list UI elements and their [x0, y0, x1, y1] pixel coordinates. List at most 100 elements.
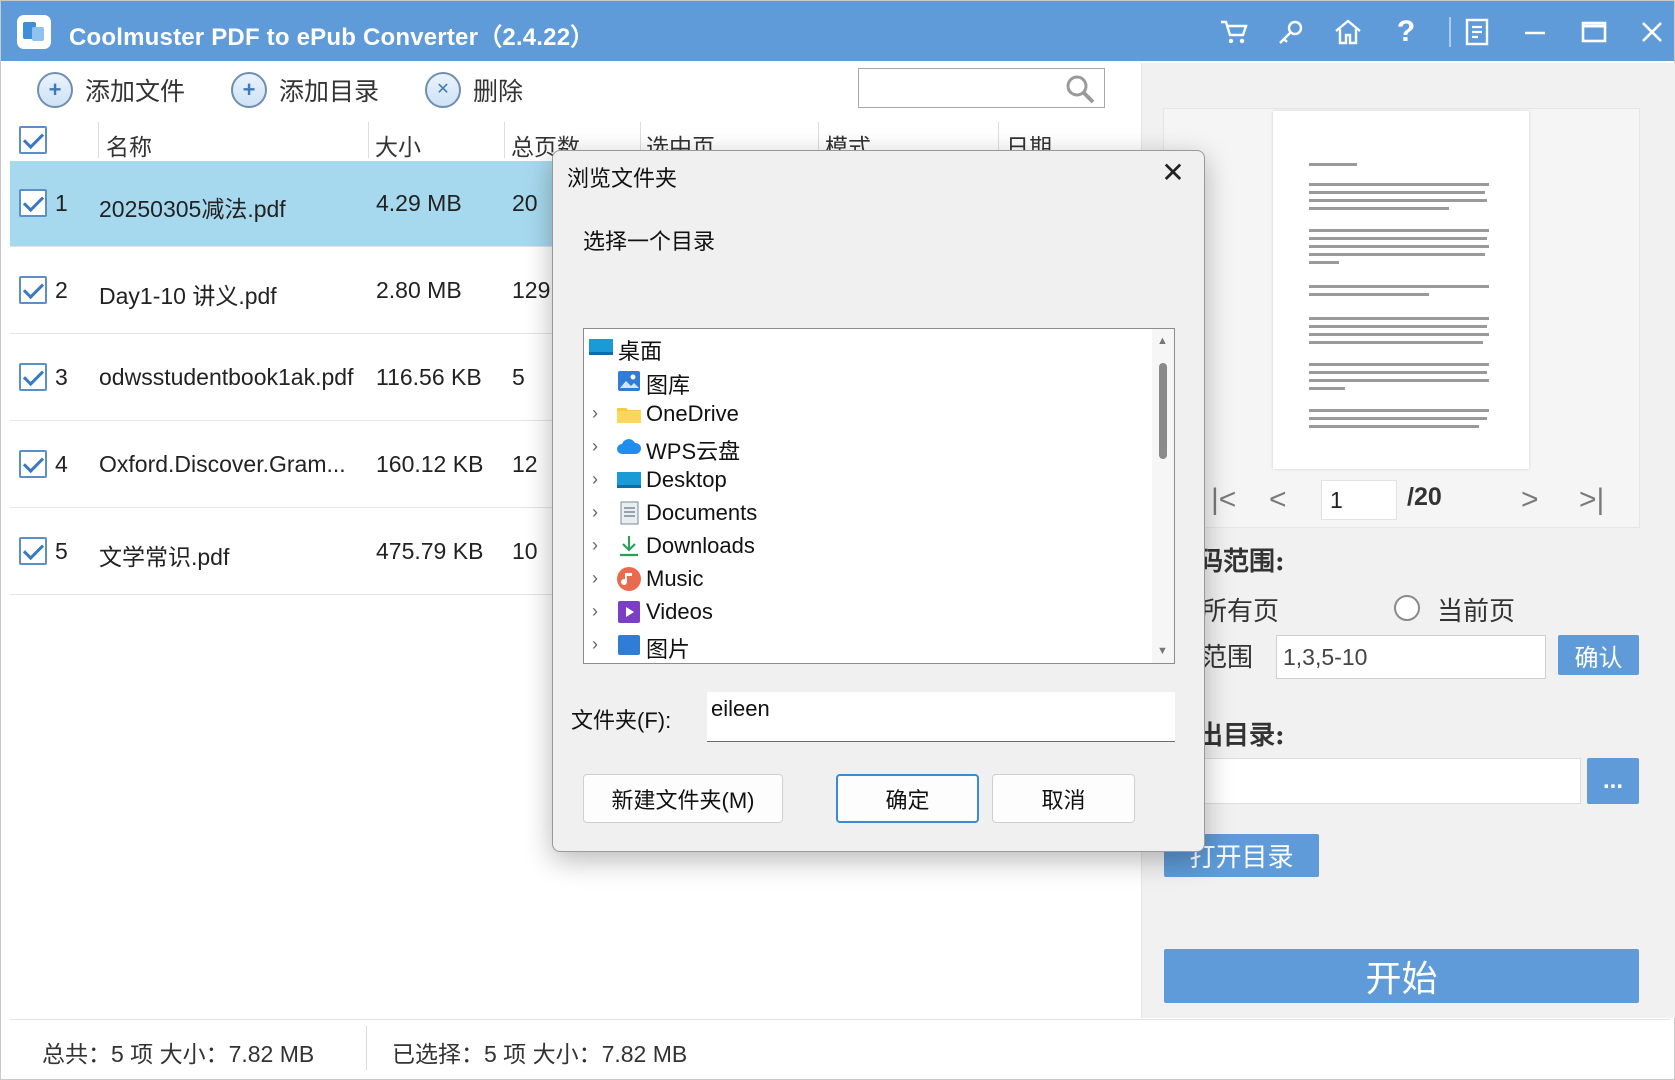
tree-item-music[interactable]: › Music — [584, 563, 1154, 597]
tree-item-videos[interactable]: › Videos — [584, 596, 1154, 630]
tree-item-wps-cloud[interactable]: › WPS云盘 — [584, 431, 1154, 465]
help-icon[interactable]: ? — [1389, 15, 1423, 49]
tree-item-onedrive[interactable]: › OneDrive — [584, 398, 1154, 432]
preview-page-thumbnail — [1273, 111, 1529, 469]
app-logo-icon — [17, 15, 51, 49]
first-page-icon[interactable]: |< — [1211, 483, 1236, 517]
row-checkbox[interactable] — [19, 363, 47, 391]
status-divider — [366, 1026, 367, 1070]
dialog-title: 浏览文件夹 — [567, 166, 678, 191]
add-file-button[interactable]: 添加文件 — [37, 69, 185, 111]
status-selected: 已选择：5 项 大小：7.82 MB — [392, 1041, 688, 1067]
register-icon[interactable] — [1461, 15, 1495, 49]
range-label[interactable]: 范围 — [1201, 637, 1253, 674]
last-page-icon[interactable]: >| — [1579, 483, 1604, 517]
chevron-right-icon[interactable]: › — [592, 469, 606, 490]
scroll-down-icon[interactable]: ▼ — [1157, 645, 1168, 657]
current-page-label[interactable]: 当前页 — [1437, 591, 1515, 628]
chevron-right-icon[interactable]: › — [592, 568, 606, 589]
titlebar-divider — [1449, 17, 1451, 47]
chevron-right-icon[interactable]: › — [592, 403, 606, 424]
row-page-count: 129 — [512, 277, 551, 303]
row-index: 4 — [55, 451, 68, 477]
chevron-right-icon[interactable]: › — [592, 502, 606, 523]
chevron-right-icon[interactable]: › — [592, 535, 606, 556]
tree-label: Documents — [646, 500, 758, 525]
row-file-name: Day1-10 讲义.pdf — [99, 283, 277, 309]
tree-item-desktop-root[interactable]: 桌面 — [584, 331, 1154, 365]
row-page-count: 10 — [512, 538, 538, 564]
row-checkbox[interactable] — [19, 276, 47, 304]
new-folder-button[interactable]: 新建文件夹(M) — [583, 774, 783, 823]
add-folder-label: 添加目录 — [279, 78, 380, 106]
prev-page-icon[interactable]: < — [1269, 483, 1287, 517]
folder-tree[interactable]: 桌面 图库 › OneDrive › WPS云盘 › Desktop › Doc… — [583, 328, 1175, 664]
tree-item-downloads[interactable]: › Downloads — [584, 530, 1154, 564]
header-size[interactable]: 大小 — [375, 128, 421, 162]
search-input[interactable] — [858, 68, 1105, 108]
search-icon[interactable] — [1064, 73, 1096, 105]
chevron-right-icon[interactable]: › — [592, 436, 606, 457]
tree-item-documents[interactable]: › Documents — [584, 497, 1154, 531]
row-page-count: 12 — [512, 451, 538, 477]
chevron-right-icon[interactable]: › — [592, 601, 606, 622]
tree-label: Videos — [646, 599, 713, 624]
app-title: Coolmuster PDF to ePub Converter（2.4.22） — [69, 24, 595, 51]
chevron-right-icon[interactable]: › — [592, 634, 606, 655]
row-page-count: 20 — [512, 190, 538, 216]
next-page-icon[interactable]: > — [1521, 483, 1539, 517]
row-checkbox[interactable] — [19, 450, 47, 478]
tree-label: Desktop — [646, 467, 727, 492]
tree-item-gallery[interactable]: 图库 — [584, 365, 1154, 399]
select-all-checkbox[interactable] — [19, 126, 47, 154]
row-file-size: 2.80 MB — [376, 277, 462, 303]
maximize-icon[interactable] — [1577, 15, 1611, 49]
row-file-name: 文学常识.pdf — [99, 544, 230, 570]
key-icon[interactable] — [1274, 15, 1308, 49]
status-total: 总共：5 项 大小：7.82 MB — [42, 1041, 315, 1067]
start-button[interactable]: 开始 — [1164, 949, 1639, 1003]
delete-icon — [425, 72, 461, 108]
tree-scrollbar[interactable]: ▲ ▼ — [1152, 329, 1174, 663]
row-file-name: 20250305减法.pdf — [99, 196, 286, 222]
all-pages-label[interactable]: 所有页 — [1201, 591, 1279, 628]
page-number-input[interactable]: 1 — [1321, 480, 1397, 520]
downloads-icon — [620, 536, 638, 557]
dialog-close-icon[interactable]: ✕ — [1156, 157, 1190, 191]
tree-item-desktop[interactable]: › Desktop — [584, 464, 1154, 498]
tree-label: 桌面 — [618, 339, 663, 364]
cancel-button[interactable]: 取消 — [992, 774, 1135, 823]
home-icon[interactable] — [1331, 15, 1365, 49]
row-checkbox[interactable] — [19, 189, 47, 217]
folder-field-label: 文件夹(F): — [571, 708, 672, 733]
browse-button[interactable]: ... — [1587, 758, 1639, 804]
delete-button[interactable]: 删除 — [425, 69, 523, 111]
folder-name-input[interactable]: eileen — [707, 692, 1175, 742]
dialog-prompt: 选择一个目录 — [583, 229, 716, 254]
pictures-icon — [618, 635, 640, 655]
cart-icon[interactable] — [1217, 15, 1251, 49]
header-name[interactable]: 名称 — [106, 128, 152, 162]
row-index: 1 — [55, 190, 68, 216]
scroll-thumb[interactable] — [1159, 363, 1167, 459]
add-file-label: 添加文件 — [85, 78, 186, 106]
row-checkbox[interactable] — [19, 537, 47, 565]
row-file-size: 4.29 MB — [376, 190, 462, 216]
column-divider — [368, 122, 369, 158]
confirm-range-button[interactable]: 确认 — [1558, 635, 1639, 675]
cloud-icon — [617, 439, 642, 454]
current-page-radio[interactable] — [1394, 595, 1420, 621]
close-icon[interactable] — [1635, 15, 1669, 49]
add-folder-button[interactable]: 添加目录 — [231, 69, 379, 111]
row-file-name: odwsstudentbook1ak.pdf — [99, 364, 354, 390]
page-range-input[interactable]: 1,3,5-10 — [1276, 635, 1546, 679]
ok-button[interactable]: 确定 — [836, 774, 979, 823]
output-folder-input[interactable] — [1197, 758, 1581, 804]
tree-item-pictures[interactable]: › 图片 — [584, 629, 1154, 663]
row-page-count: 5 — [512, 364, 525, 390]
column-divider — [98, 122, 99, 158]
row-file-size: 160.12 KB — [376, 451, 484, 477]
tree-label: Downloads — [646, 533, 755, 558]
minimize-icon[interactable] — [1518, 15, 1552, 49]
scroll-up-icon[interactable]: ▲ — [1157, 335, 1168, 347]
